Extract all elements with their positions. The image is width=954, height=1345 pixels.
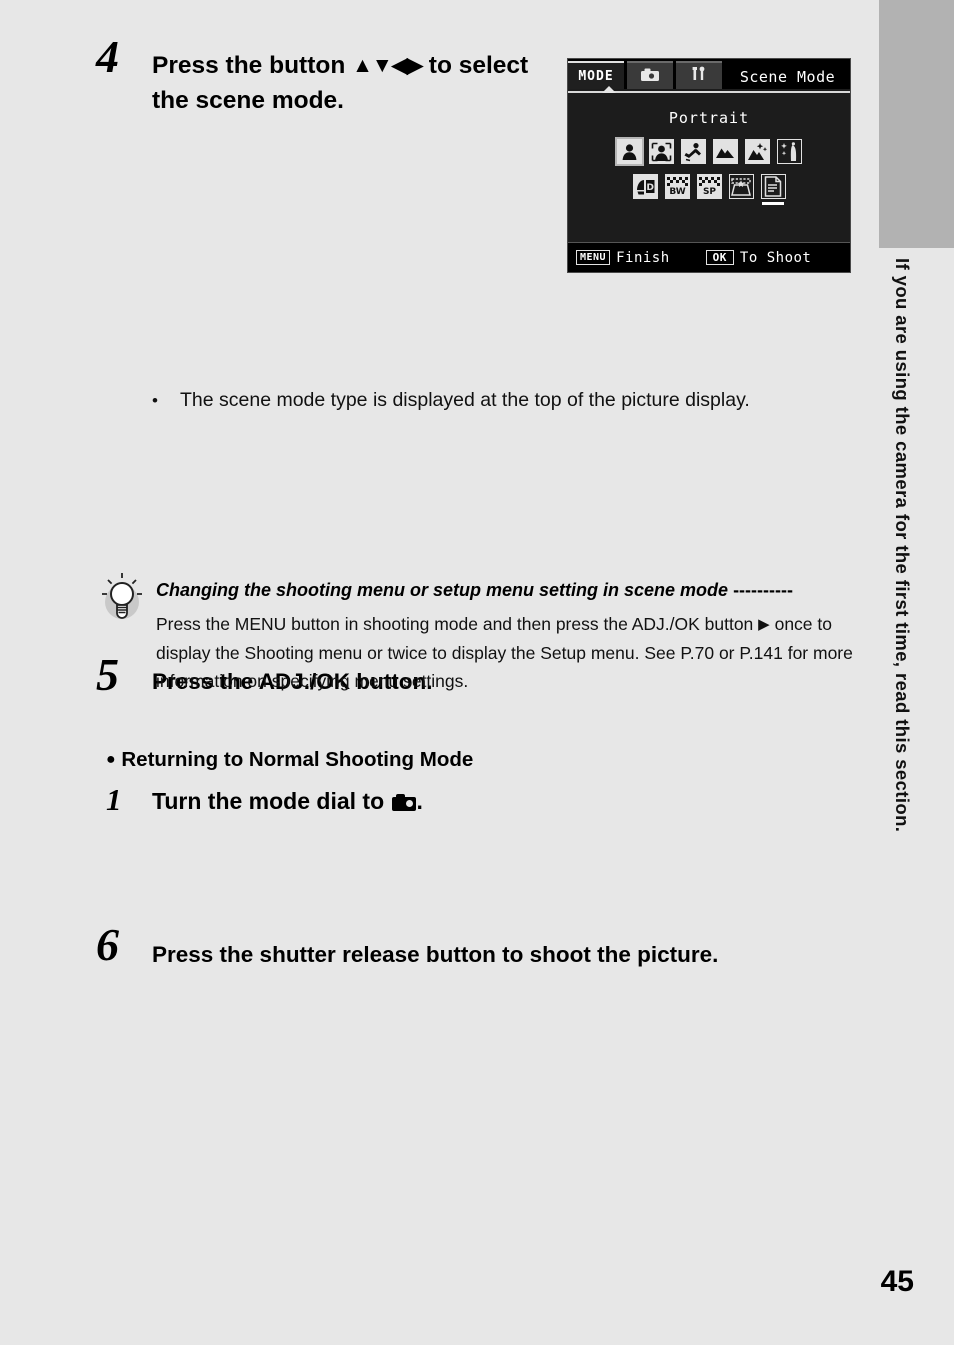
- step-4-text: Press the button ▲▼◀▶ to select the scen…: [152, 48, 552, 118]
- returning-step-number: 1: [106, 782, 122, 817]
- page-number: 45: [880, 1265, 914, 1298]
- side-tab-marker: [879, 0, 954, 248]
- tip-title-text: Changing the shooting menu or setup menu…: [156, 580, 729, 600]
- lcd-tab-setup[interactable]: [676, 61, 722, 89]
- black-white-icon[interactable]: BW: [664, 174, 690, 199]
- right-arrow-icon: ▶: [758, 616, 770, 633]
- tip-body-part1: Press the MENU button in shooting mode a…: [156, 614, 754, 634]
- svg-text:D: D: [646, 183, 653, 193]
- camera-icon: [391, 794, 416, 811]
- lcd-scene-icon-row-2: D BW SP: [568, 174, 850, 205]
- step-6-title: Press the shutter release button to shoo…: [152, 942, 719, 967]
- camera-icon: [641, 68, 659, 85]
- step-5-bullet: • The scene mode type is displayed at th…: [152, 386, 852, 415]
- returning-heading: ● Returning to Normal Shooting Mode: [106, 748, 806, 772]
- sepia-icon[interactable]: SP: [696, 174, 722, 199]
- side-tab-label: If you are using the camera for the firs…: [892, 258, 913, 833]
- lcd-tab-mode-label: MODE: [578, 68, 614, 84]
- lcd-menu-action-label: Finish: [616, 249, 670, 266]
- wrench-icon: [691, 66, 707, 86]
- lcd-ok-action-label: To Shoot: [739, 249, 812, 266]
- filled-circle-bullet-icon: ●: [106, 751, 116, 768]
- sports-icon[interactable]: [680, 139, 706, 164]
- lcd-tab-mode[interactable]: MODE: [568, 61, 624, 89]
- tip-body: Press the MENU button in shooting mode a…: [156, 610, 856, 695]
- lcd-tab-bar: MODE Scene Mode: [568, 59, 850, 93]
- tip-title-dashes: ----------: [733, 580, 794, 600]
- lcd-tab-caret-icon: [602, 86, 616, 93]
- face-icon[interactable]: [648, 139, 674, 164]
- tip-title: Changing the shooting menu or setup menu…: [156, 580, 793, 601]
- menu-keycap-icon: MENU: [576, 250, 611, 265]
- bullet-dot-icon: •: [152, 391, 158, 410]
- selected-indicator: [762, 202, 784, 205]
- lcd-title: Scene Mode: [739, 68, 836, 86]
- step-5-bullet-text: The scene mode type is displayed at the …: [180, 389, 750, 411]
- text-mode-icon[interactable]: [760, 174, 786, 205]
- returning-step-text: Turn the mode dial to .: [152, 784, 423, 818]
- svg-text:SP: SP: [702, 187, 715, 197]
- lcd-scene-icon-row-1: [568, 139, 850, 164]
- ok-keycap-icon: OK: [705, 250, 734, 265]
- step-4-text-before: Press the button: [152, 52, 346, 79]
- lcd-selected-scene-label: Portrait: [668, 109, 750, 127]
- night-portrait-icon[interactable]: [776, 139, 802, 164]
- lightbulb-icon: [100, 572, 144, 624]
- camera-lcd-screenshot: MODE Scene Mode Portrait D BW SP MENU Fi…: [567, 58, 851, 273]
- skew-correct-icon[interactable]: D: [632, 174, 658, 199]
- returning-section: ● Returning to Normal Shooting Mode 1 Tu…: [106, 748, 806, 815]
- high-sens-icon[interactable]: [728, 174, 754, 199]
- svg-text:BW: BW: [669, 187, 685, 197]
- lcd-tab-shooting[interactable]: [627, 61, 673, 89]
- nightscape-icon[interactable]: [744, 139, 770, 164]
- portrait-icon[interactable]: [616, 139, 642, 164]
- returning-step-text-after: .: [416, 788, 423, 814]
- landscape-icon[interactable]: [712, 139, 738, 164]
- returning-step-text-before: Turn the mode dial to: [152, 788, 385, 814]
- step-6-number: 6: [96, 919, 119, 970]
- dpad-arrows-icon: ▲▼◀▶: [352, 54, 423, 77]
- lcd-footer-bar: MENU Finish OK To Shoot: [568, 242, 850, 272]
- step-5-number: 5: [96, 649, 119, 700]
- returning-heading-text: Returning to Normal Shooting Mode: [121, 748, 474, 771]
- step-4-number: 4: [96, 31, 119, 82]
